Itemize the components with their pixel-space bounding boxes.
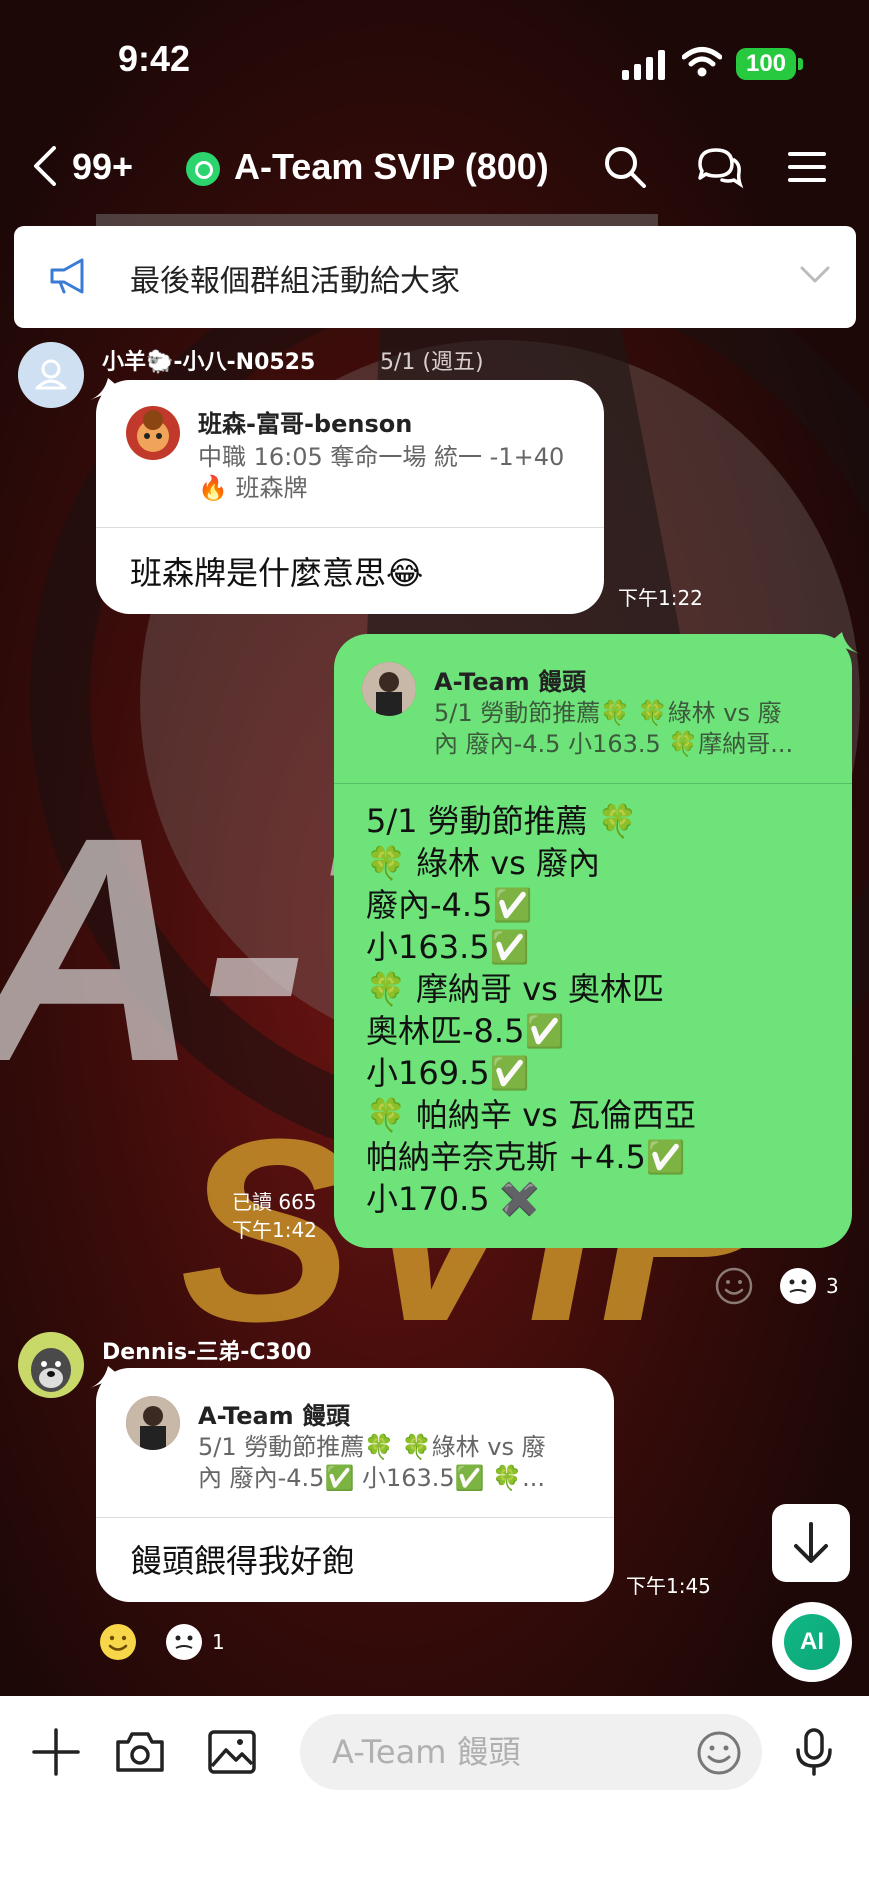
reply-avatar [362, 662, 416, 716]
scroll-to-bottom-button[interactable] [772, 1504, 850, 1582]
bubble-tail [90, 1366, 120, 1388]
message-bubble[interactable]: A-Team 饅頭 5/1 勞動節推薦🍀 🍀綠林 vs 廢 內 廢內-4.5✅ … [96, 1368, 614, 1602]
message-line: 小170.5 ✖️ [366, 1180, 540, 1218]
announcement-banner[interactable]: 最後報個群組活動給大家 [14, 226, 856, 328]
group-badge-icon [186, 152, 220, 186]
dog-avatar-icon [31, 1348, 71, 1392]
avatar[interactable] [18, 1332, 84, 1398]
message-input[interactable] [332, 1728, 672, 1776]
status-time: 9:42 [118, 38, 191, 79]
status-bar: 9:42 100 [0, 0, 869, 120]
reply-avatar [126, 1396, 180, 1450]
sender-name[interactable]: 小羊🐑-小八-N0525 [102, 344, 315, 376]
reply-text-line2: 🔥 班森牌 [198, 474, 308, 502]
reply-preview[interactable]: A-Team 饅頭 5/1 勞動節推薦🍀 🍀綠林 vs 廢 內 廢內-4.5✅ … [96, 1368, 614, 1518]
message-body: 5/1 勞動節推薦 🍀 🍀 綠林 vs 廢內 廢內-4.5✅ 小163.5✅ 🍀… [366, 800, 696, 1220]
message-text: 班森牌是什麼意思😂 [130, 554, 424, 592]
signal-icon [622, 50, 665, 80]
reply-sender: A-Team 饅頭 [198, 1402, 351, 1430]
message-input-container [300, 1714, 762, 1790]
message-line: 帕納辛奈克斯 +4.5✅ [366, 1138, 686, 1176]
message-bubble-own[interactable]: A-Team 饅頭 5/1 勞動節推薦🍀 🍀綠林 vs 廢 內 廢內-4.5 小… [334, 634, 852, 1248]
reply-text-line2: 內 廢內-4.5 小163.5 🍀摩納哥... [434, 730, 794, 758]
sticker-reaction-icon[interactable] [162, 1620, 206, 1664]
megaphone-icon [50, 258, 84, 294]
wifi-icon [682, 47, 722, 77]
message-line: 🍀 摩納哥 vs 奧林匹 [366, 970, 664, 1008]
back-chevron-icon[interactable] [30, 146, 60, 186]
message-line: 🍀 帕納辛 vs 瓦倫西亞 [366, 1096, 696, 1134]
reply-sender: 班森-富哥-benson [198, 410, 413, 438]
plus-icon[interactable] [30, 1726, 82, 1778]
message-line: 🍀 綠林 vs 廢內 [366, 844, 600, 882]
reply-avatar [126, 406, 180, 460]
input-bar [0, 1696, 869, 1884]
message-time: 下午1:22 [618, 586, 703, 610]
message-line: 廢內-4.5✅ [366, 886, 533, 924]
message-bubble[interactable]: 班森-富哥-benson 中職 16:05 奪命一場 統一 -1+40 🔥 班森… [96, 380, 604, 614]
image-icon[interactable] [206, 1726, 258, 1778]
camera-icon[interactable] [114, 1726, 166, 1778]
sender-name[interactable]: Dennis-三弟-C300 [102, 1334, 311, 1366]
message-line: 小169.5✅ [366, 1054, 530, 1092]
reply-sender: A-Team 饅頭 [434, 668, 587, 696]
reaction-count: 3 [826, 1274, 839, 1298]
sticker-reaction-icon[interactable] [776, 1264, 820, 1308]
reply-preview[interactable]: A-Team 饅頭 5/1 勞動節推薦🍀 🍀綠林 vs 廢 內 廢內-4.5 小… [334, 634, 852, 784]
battery-indicator: 100 [736, 48, 796, 80]
battery-tip [798, 58, 803, 70]
reply-text-line2: 內 廢內-4.5✅ 小163.5✅ 🍀... [198, 1464, 545, 1492]
message-line: 小163.5✅ [366, 928, 530, 966]
message-line: 奧林匹-8.5✅ [366, 1012, 565, 1050]
message-text: 饅頭餵得我好飽 [130, 1542, 355, 1580]
message-time: 下午1:42 [232, 1218, 317, 1242]
chat-bubbles-icon[interactable] [694, 142, 744, 192]
chevron-down-icon[interactable] [798, 258, 832, 292]
bubble-tail [830, 632, 860, 654]
user-placeholder-icon [35, 359, 67, 390]
ai-button[interactable]: AI [772, 1602, 852, 1682]
avatar[interactable] [18, 342, 84, 408]
add-reaction-icon[interactable] [714, 1266, 754, 1306]
smile-reaction-icon[interactable] [98, 1622, 138, 1662]
date-label: 5/1 (週五) [380, 350, 484, 375]
reply-text-line1: 中職 16:05 奪命一場 統一 -1+40 [198, 443, 565, 471]
bubble-tail [90, 378, 120, 400]
reply-preview[interactable]: 班森-富哥-benson 中職 16:05 奪命一場 統一 -1+40 🔥 班森… [96, 380, 604, 528]
message-line: 5/1 勞動節推薦 🍀 [366, 802, 638, 840]
ai-label: AI [784, 1614, 840, 1670]
search-icon[interactable] [600, 142, 650, 192]
menu-icon[interactable] [782, 142, 832, 192]
unread-count[interactable]: 99+ [72, 146, 133, 188]
chat-title[interactable]: A-Team SVIP (800) [234, 146, 549, 188]
reaction-count: 1 [212, 1630, 225, 1654]
message-time: 下午1:45 [626, 1574, 711, 1598]
arrow-down-icon [794, 1522, 828, 1563]
reply-text-line1: 5/1 勞動節推薦🍀 🍀綠林 vs 廢 [434, 699, 782, 727]
emoji-icon[interactable] [696, 1730, 742, 1776]
chat-header: 99+ A-Team SVIP (800) [0, 130, 869, 210]
microphone-icon[interactable] [788, 1726, 840, 1778]
announcement-text: 最後報個群組活動給大家 [130, 264, 460, 299]
reply-text-line1: 5/1 勞動節推薦🍀 🍀綠林 vs 廢 [198, 1433, 546, 1461]
read-count: 已讀 665 [232, 1190, 317, 1214]
